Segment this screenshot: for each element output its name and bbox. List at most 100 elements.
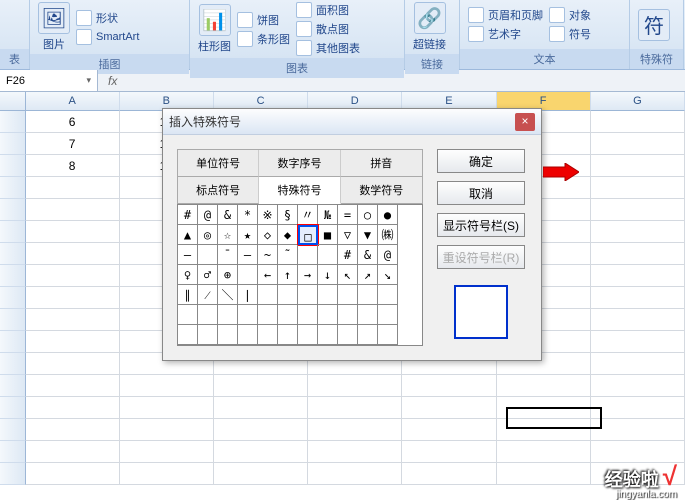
cell[interactable] [591, 133, 685, 155]
symbol-cell[interactable] [318, 285, 338, 305]
cell[interactable] [497, 375, 591, 397]
other-charts-button[interactable]: 其他图表 [296, 40, 360, 56]
cell[interactable] [497, 419, 591, 441]
symbol-cell[interactable] [258, 305, 278, 325]
cell[interactable] [120, 397, 214, 419]
symbol-cell[interactable]: ◎ [198, 225, 218, 245]
select-all-corner[interactable] [0, 92, 26, 111]
fx-label[interactable]: fx [98, 74, 127, 88]
row-header[interactable] [0, 441, 26, 463]
cell[interactable]: 8 [26, 155, 120, 177]
row-header[interactable] [0, 265, 26, 287]
cell[interactable] [497, 463, 591, 485]
cell[interactable] [591, 287, 685, 309]
row-header[interactable] [0, 463, 26, 485]
symbol-cell[interactable] [238, 325, 258, 345]
row-header[interactable] [0, 309, 26, 331]
symbol-cell[interactable] [178, 325, 198, 345]
symbol-cell[interactable]: ♀ [178, 265, 198, 285]
symbol-cell[interactable]: ˜ [278, 245, 298, 265]
cell[interactable] [591, 441, 685, 463]
smartart-button[interactable]: SmartArt [76, 29, 139, 45]
cell[interactable] [26, 419, 120, 441]
symbol-cell[interactable]: ∥ [178, 285, 198, 305]
symbol-cell[interactable] [378, 305, 398, 325]
symbol-cell[interactable]: ▲ [178, 225, 198, 245]
symbol-cell[interactable]: = [338, 205, 358, 225]
wordart-button[interactable]: 艺术字 [468, 26, 543, 42]
cell[interactable] [308, 375, 402, 397]
cell[interactable] [591, 375, 685, 397]
cell[interactable] [308, 419, 402, 441]
symbol-cell[interactable]: — [178, 245, 198, 265]
area-chart-button[interactable]: 面积图 [296, 2, 360, 18]
symbol-cell[interactable] [318, 325, 338, 345]
cell[interactable] [26, 243, 120, 265]
cell[interactable] [214, 419, 308, 441]
symbol-cell[interactable]: ○ [358, 205, 378, 225]
symbol-cell[interactable]: & [358, 245, 378, 265]
row-header[interactable] [0, 287, 26, 309]
cell[interactable] [26, 441, 120, 463]
cell[interactable] [591, 243, 685, 265]
cell[interactable] [26, 287, 120, 309]
symbol-cell[interactable] [218, 325, 238, 345]
symbol-cell[interactable] [318, 245, 338, 265]
row-header[interactable] [0, 111, 26, 133]
symbol-cell[interactable] [258, 325, 278, 345]
symbol-cell[interactable]: # [338, 245, 358, 265]
symbol-cell[interactable]: ↗ [358, 265, 378, 285]
cell[interactable] [26, 463, 120, 485]
symbol-cell[interactable]: ※ [258, 205, 278, 225]
shapes-button[interactable]: 形状 [76, 10, 139, 26]
cell[interactable] [214, 441, 308, 463]
symbol-cell[interactable]: ~ [258, 245, 278, 265]
cell[interactable] [26, 199, 120, 221]
cell[interactable] [120, 375, 214, 397]
cell[interactable] [120, 441, 214, 463]
symbol-cell[interactable]: # [178, 205, 198, 225]
row-header[interactable] [0, 353, 26, 375]
tab-number-sequence[interactable]: 数字序号 [259, 150, 340, 177]
symbol-cell[interactable]: – [238, 245, 258, 265]
symbol-cell[interactable]: ↘ [378, 265, 398, 285]
tab-pinyin[interactable]: 拼音 [341, 150, 422, 177]
symbol-cell[interactable] [318, 305, 338, 325]
tab-punctuation[interactable]: 标点符号 [178, 177, 259, 204]
row-header[interactable] [0, 199, 26, 221]
cell[interactable] [26, 331, 120, 353]
symbol-cell[interactable]: & [218, 205, 238, 225]
symbol-cell[interactable]: □ [298, 225, 318, 245]
symbol-cell[interactable] [218, 305, 238, 325]
cell[interactable] [120, 463, 214, 485]
row-header[interactable] [0, 331, 26, 353]
symbol-cell[interactable]: ⁄ [198, 285, 218, 305]
symbol-cell[interactable] [198, 305, 218, 325]
symbol-cell[interactable] [298, 285, 318, 305]
symbol-button[interactable]: 符号 [549, 26, 591, 42]
symbol-cell[interactable] [238, 265, 258, 285]
close-icon[interactable]: × [515, 113, 535, 131]
symbol-cell[interactable] [298, 305, 318, 325]
symbol-cell[interactable]: ↖ [338, 265, 358, 285]
symbol-cell[interactable]: ◆ [278, 225, 298, 245]
insert-picture-button[interactable]: 🖼 图片 [38, 2, 70, 52]
symbol-cell[interactable] [258, 285, 278, 305]
symbol-cell[interactable]: ㈱ [378, 225, 398, 245]
symbol-cell[interactable]: ▼ [358, 225, 378, 245]
cell[interactable] [497, 441, 591, 463]
symbol-cell[interactable]: ▽ [338, 225, 358, 245]
row-header[interactable] [0, 397, 26, 419]
symbol-cell[interactable]: ● [378, 205, 398, 225]
symbol-cell[interactable] [358, 285, 378, 305]
cell[interactable] [26, 375, 120, 397]
pie-chart-button[interactable]: 饼图 [237, 12, 290, 28]
symbol-cell[interactable]: ◇ [258, 225, 278, 245]
cell[interactable] [591, 177, 685, 199]
column-chart-button[interactable]: 📊 柱形图 [198, 4, 231, 54]
row-header[interactable] [0, 177, 26, 199]
row-header[interactable] [0, 221, 26, 243]
show-symbol-bar-button[interactable]: 显示符号栏(S) [437, 213, 525, 237]
symbol-cell[interactable] [238, 305, 258, 325]
hyperlink-button[interactable]: 🔗 超链接 [413, 2, 446, 52]
